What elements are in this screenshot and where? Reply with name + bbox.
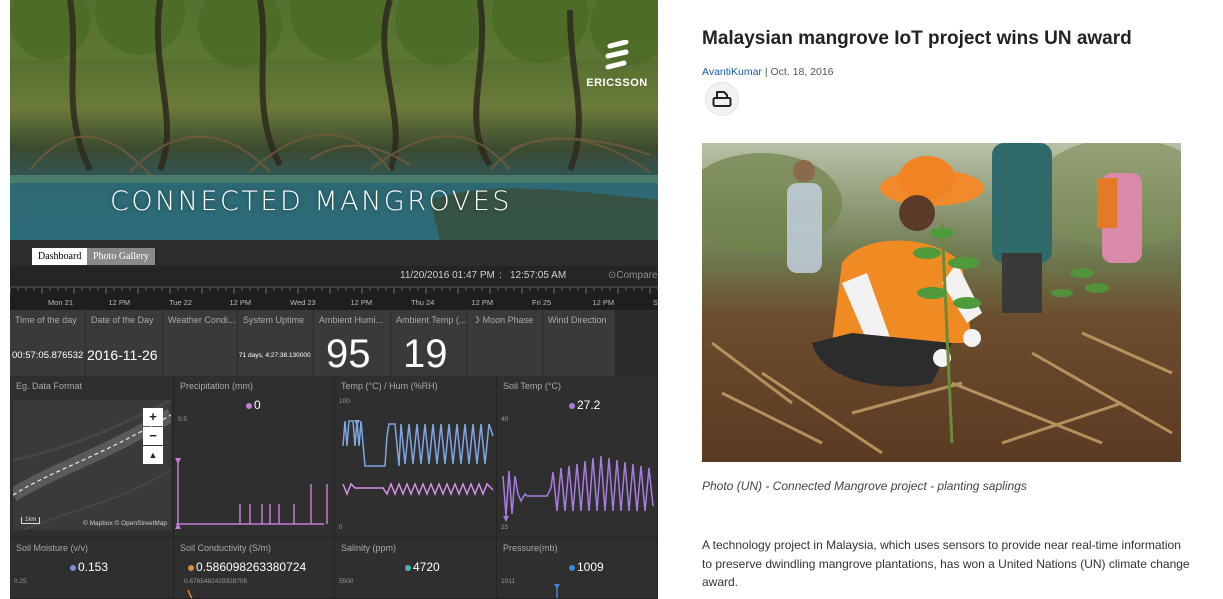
timeline-label: Sat [653,298,658,307]
timeline-label: 12 PM [229,298,252,307]
panel-temp-hum: Temp (°C) / Hum (%RH) 100 0 [335,376,497,538]
stat-wind-direction: Wind Direction [543,310,616,376]
hero-title: CONNECTED MANGROVES [110,186,512,217]
stat-label: Moon Phase [482,315,534,325]
panel-soil-conductivity: Soil Conductivity (S/m) 0.58609826338072… [174,538,335,599]
stat-label: Time of the day [15,315,77,325]
panel-value-wrap: 4720 [405,560,440,574]
compare-label: Compare [616,270,658,281]
hero-banner: ERICSSON CONNECTED MANGROVES [10,0,658,240]
stat-label-wrap: ☽ Moon Phase [472,315,533,326]
timeline-ticks [10,286,658,294]
stat-value: 00:57:05.876532 [12,350,84,361]
time-separator: : [499,270,502,281]
time-bar: 11/20/2016 01:47 PM : 12:57:05 AM ⊙Compa… [10,266,658,286]
precipitation-chart [175,458,328,529]
tab-photo-gallery[interactable]: Photo Gallery [87,248,155,265]
panel-salinity: Salinity (ppm) 4720 5500 [335,538,497,599]
stat-label: Ambient Temp (... [396,315,467,325]
panel-pressure: Pressure(mb) 1009 1011 [497,538,658,599]
moon-icon: ☽ [472,315,481,325]
map-attribution[interactable]: © Mapbox © OpenStreetMap [83,520,167,527]
stat-value: 95 [326,332,371,376]
stat-system-uptime: System Uptime 71 days, 4:27:38.130000 [238,310,314,376]
locate-button[interactable]: ▲ [143,446,163,464]
timeline-label: Thu 24 [411,298,435,307]
timeline-label: Mon 21 [48,298,74,307]
page-root: ERICSSON CONNECTED MANGROVES Dashboard P… [0,0,1223,599]
ericsson-logo: ERICSSON [582,39,652,89]
photo-caption: Photo (UN) - Connected Mangrove project … [702,479,1027,493]
axis-top: 5500 [339,578,354,585]
stat-empty [616,310,658,376]
panel-soil-temp: Soil Temp (°C) 27.2 40 25 [497,376,658,538]
panel-value: 0.153 [78,560,109,574]
date-time-picker[interactable]: 11/20/2016 01:47 PM [400,270,495,281]
timeline-label: 12 PM [471,298,494,307]
panel-value-wrap: 0.153 [70,560,108,574]
panel-precipitation: Precipitation (mm) 0 0.5 [174,376,335,538]
stat-label: System Uptime [243,315,305,325]
timeline-label: 12 PM [350,298,373,307]
compare-toggle[interactable]: ⊙Compare [608,270,658,281]
axis-top: 0.25 [14,578,27,585]
map-view[interactable]: + − ▲ 1km © Mapbox © OpenStreetMap [13,400,171,530]
article-body: A technology project in Malaysia, which … [702,538,1190,589]
stat-label: Ambient Humi... [319,315,384,325]
stat-weather-condition: Weather Condi... [163,310,238,376]
ericsson-mark-icon [605,39,629,70]
stat-label: Wind Direction [548,315,607,325]
stat-label: Date of the Day [91,315,154,325]
panel-label: Salinity (ppm) [341,543,397,553]
panel-soil-moisture: Soil Moisture (v/v) 0.153 0.25 [10,538,174,599]
timeline-label: 12 PM [592,298,615,307]
planting-photo [702,143,1181,462]
series-dot [405,564,411,571]
pressure-chart [554,584,560,598]
news-article: Malaysian mangrove IoT project wins UN a… [700,0,1220,599]
conductivity-chart [187,589,193,598]
author-link[interactable]: AvantiKumar [702,66,762,78]
article-headline: Malaysian mangrove IoT project wins UN a… [702,28,1132,49]
brand-name: ERICSSON [586,77,648,89]
stat-value: 71 days, 4:27:38.130000 [239,352,311,359]
tab-dashboard[interactable]: Dashboard [32,248,88,265]
stat-time-of-day: Time of the day 00:57:05.876532 [10,310,86,376]
article-photo [702,143,1181,462]
clock-display: 12:57:05 AM [510,270,567,281]
stat-ambient-temp: Ambient Temp (... 19 [391,310,467,376]
panel-value: 4720 [413,560,440,574]
soil-temp-chart [502,455,654,522]
stat-label: Weather Condi... [168,315,236,325]
stat-row: Time of the day 00:57:05.876532 Date of … [10,310,658,376]
timeline-label: Tue 22 [169,298,193,307]
byline: AvantiKumar | Oct. 18, 2016 [702,66,834,78]
article-date: Oct. 18, 2016 [770,66,834,78]
panel-label: Eg. Data Format [16,381,83,391]
series-dot [70,564,76,571]
panel-label: Soil Moisture (v/v) [16,543,89,553]
panel-map: Eg. Data Format + − ▲ 1km © Mapbox © Ope… [10,376,174,538]
print-icon [712,91,732,107]
timeline-label: 12 PM [108,298,131,307]
timeline-ruler[interactable]: Mon 21 12 PM Tue 22 12 PM Wed 23 12 PM Thu 24 1… [10,286,658,310]
tab-bar: Dashboard Photo Gallery [10,240,658,266]
stat-ambient-humidity: Ambient Humi... 95 [314,310,391,376]
stat-value: 19 [403,332,448,376]
zoom-in-button[interactable]: + [143,408,163,426]
timeline-label: Fri 25 [532,298,552,307]
timeline-label: Wed 23 [290,298,316,307]
stat-date-of-day: Date of the Day 2016-11-26 [86,310,163,376]
dashboard-screenshot: ERICSSON CONNECTED MANGROVES Dashboard P… [10,0,658,599]
print-button[interactable] [705,82,739,116]
stat-moon-phase: ☽ Moon Phase [467,310,543,376]
stat-value: 2016-11-26 [87,347,158,363]
temp-hum-chart [342,420,494,497]
map-scale: 1km [21,517,41,524]
zoom-out-button[interactable]: − [143,427,163,445]
